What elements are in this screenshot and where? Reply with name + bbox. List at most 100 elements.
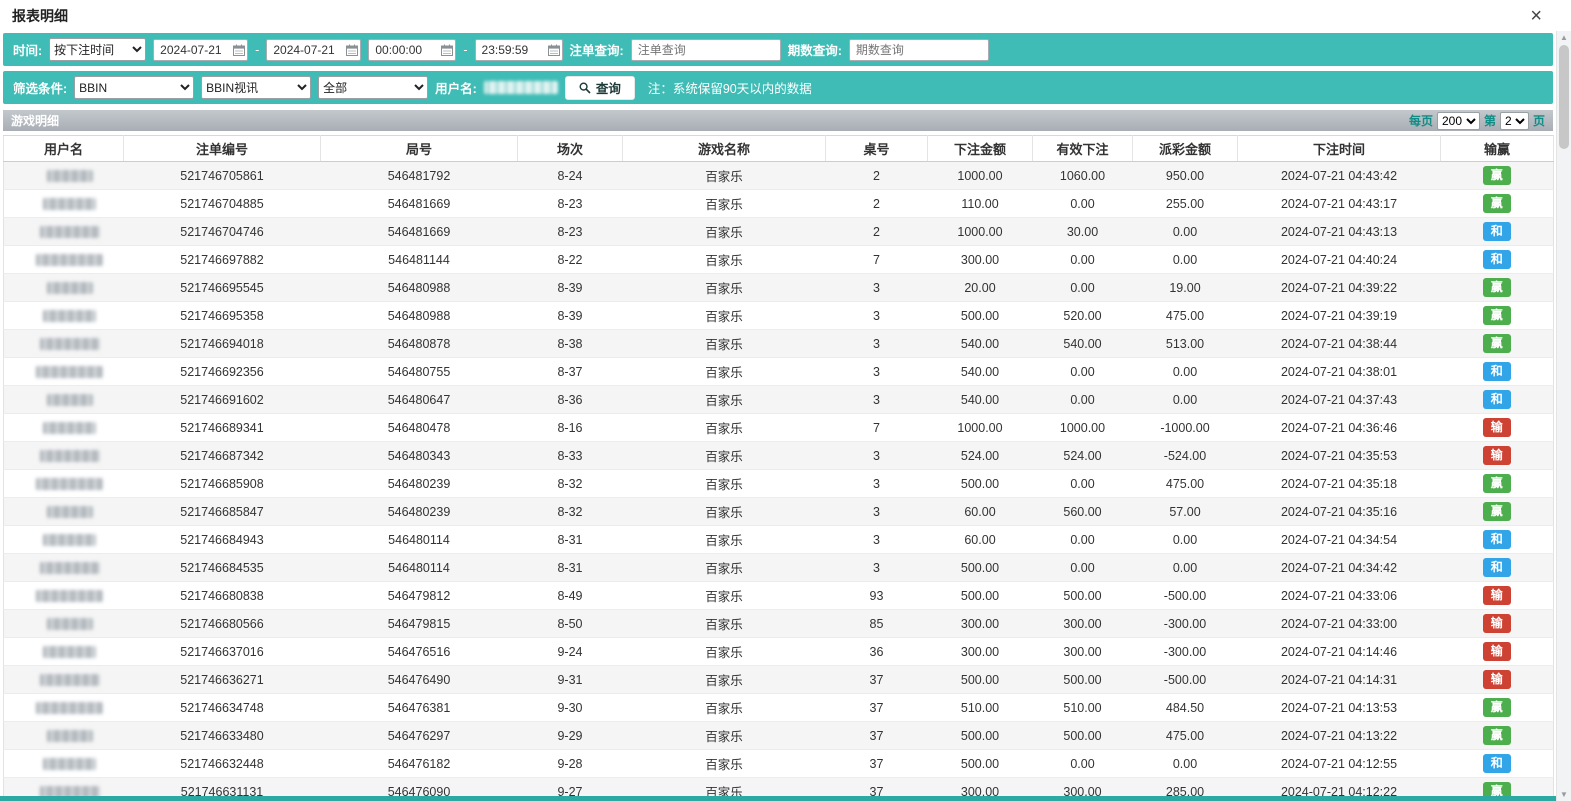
- page-select[interactable]: 2: [1500, 112, 1529, 130]
- cell-game-name: 百家乐: [623, 638, 826, 666]
- header-bet-time: 下注时间: [1238, 136, 1441, 162]
- cell-bet-id: 521746695358: [124, 302, 321, 330]
- search-icon: [579, 82, 591, 94]
- cell-valid-bet: 0.00: [1033, 554, 1133, 582]
- cell-valid-bet: 524.00: [1033, 442, 1133, 470]
- cell-username: [4, 694, 124, 722]
- cell-username: [4, 358, 124, 386]
- time-type-select[interactable]: 按下注时间: [49, 38, 146, 61]
- cell-bet-id: 521746697882: [124, 246, 321, 274]
- period-query-input[interactable]: [849, 39, 989, 61]
- cell-game-name: 百家乐: [623, 554, 826, 582]
- table-row: 5217466362715464764909-31百家乐37500.00500.…: [4, 666, 1554, 694]
- cell-payout: 19.00: [1133, 274, 1238, 302]
- pagination-controls: 每页 200 第 2 页: [1409, 112, 1545, 130]
- cell-bet-amount: 500.00: [928, 582, 1033, 610]
- scroll-down-icon[interactable]: ▼: [1557, 790, 1571, 799]
- cell-bet-amount: 500.00: [928, 666, 1033, 694]
- section-bar: 游戏明细 每页 200 第 2 页: [3, 110, 1553, 131]
- cell-valid-bet: 300.00: [1033, 610, 1133, 638]
- cell-round-id: 546480988: [321, 302, 518, 330]
- cell-round-id: 546476297: [321, 722, 518, 750]
- bet-query-input[interactable]: [631, 39, 781, 61]
- cell-game-name: 百家乐: [623, 358, 826, 386]
- scrollbar-thumb[interactable]: [1559, 45, 1569, 149]
- result-badge: 和: [1483, 390, 1511, 409]
- game-type-select[interactable]: 全部: [318, 76, 428, 99]
- horizontal-scrollbar[interactable]: [0, 796, 1556, 801]
- cell-bet-amount: 60.00: [928, 526, 1033, 554]
- cell-round-id: 546480647: [321, 386, 518, 414]
- cell-session: 8-32: [518, 498, 623, 526]
- cell-bet-id: 521746680838: [124, 582, 321, 610]
- cell-session: 8-38: [518, 330, 623, 358]
- table-row: 5217466873425464803438-33百家乐3524.00524.0…: [4, 442, 1554, 470]
- cell-bet-amount: 1000.00: [928, 162, 1033, 190]
- cell-bet-time: 2024-07-21 04:34:54: [1238, 526, 1441, 554]
- cell-table-no: 37: [826, 666, 928, 694]
- table-row: 5217466324485464761829-28百家乐37500.000.00…: [4, 750, 1554, 778]
- cell-username: [4, 526, 124, 554]
- platform-select[interactable]: BBIN视讯: [201, 76, 311, 99]
- redacted-username: [40, 450, 100, 462]
- vendor-select[interactable]: BBIN: [74, 76, 194, 99]
- result-badge: 赢: [1483, 474, 1511, 493]
- calendar-icon[interactable]: [346, 44, 358, 56]
- cell-bet-time: 2024-07-21 04:14:31: [1238, 666, 1441, 694]
- cell-bet-time: 2024-07-21 04:12:55: [1238, 750, 1441, 778]
- cell-bet-id: 521746704746: [124, 218, 321, 246]
- cell-table-no: 93: [826, 582, 928, 610]
- table-body: 5217467058615464817928-24百家乐21000.001060…: [4, 162, 1554, 801]
- cell-game-name: 百家乐: [623, 666, 826, 694]
- close-icon[interactable]: ×: [1528, 6, 1544, 26]
- time-label: 时间:: [13, 40, 42, 59]
- cell-game-name: 百家乐: [623, 162, 826, 190]
- cell-session: 8-36: [518, 386, 623, 414]
- search-button[interactable]: 查询: [565, 76, 635, 100]
- cell-session: 9-28: [518, 750, 623, 778]
- clock-icon[interactable]: [441, 44, 453, 56]
- calendar-icon[interactable]: [233, 44, 245, 56]
- clock-icon[interactable]: [548, 44, 560, 56]
- cell-bet-id: 521746687342: [124, 442, 321, 470]
- cell-payout: 950.00: [1133, 162, 1238, 190]
- per-page-select[interactable]: 200: [1437, 112, 1480, 130]
- cell-username: [4, 750, 124, 778]
- cell-table-no: 3: [826, 442, 928, 470]
- username-label: 用户名:: [435, 78, 477, 97]
- cell-bet-id: 521746705861: [124, 162, 321, 190]
- vertical-scrollbar[interactable]: ▲ ▼: [1556, 31, 1571, 801]
- cell-bet-amount: 1000.00: [928, 414, 1033, 442]
- cell-bet-amount: 1000.00: [928, 218, 1033, 246]
- table-row: 5217467047465464816698-23百家乐21000.0030.0…: [4, 218, 1554, 246]
- cell-table-no: 3: [826, 470, 928, 498]
- cell-result: 输: [1441, 666, 1554, 694]
- cell-game-name: 百家乐: [623, 498, 826, 526]
- redacted-username: [36, 478, 103, 490]
- cell-valid-bet: 1060.00: [1033, 162, 1133, 190]
- cell-table-no: 2: [826, 190, 928, 218]
- cell-bet-amount: 300.00: [928, 638, 1033, 666]
- period-query-label: 期数查询:: [788, 40, 842, 59]
- cell-bet-amount: 300.00: [928, 610, 1033, 638]
- redacted-username: [40, 226, 100, 238]
- cell-bet-id: 521746684535: [124, 554, 321, 582]
- scroll-up-icon[interactable]: ▲: [1557, 33, 1571, 42]
- cell-round-id: 546480878: [321, 330, 518, 358]
- cell-game-name: 百家乐: [623, 190, 826, 218]
- cell-payout: 0.00: [1133, 246, 1238, 274]
- cell-valid-bet: 500.00: [1033, 722, 1133, 750]
- table-row: 5217467058615464817928-24百家乐21000.001060…: [4, 162, 1554, 190]
- cell-result: 和: [1441, 358, 1554, 386]
- header-round-id: 局号: [321, 136, 518, 162]
- cell-session: 8-22: [518, 246, 623, 274]
- cell-result: 赢: [1441, 330, 1554, 358]
- cell-bet-amount: 500.00: [928, 750, 1033, 778]
- redacted-username: [36, 590, 103, 602]
- cell-game-name: 百家乐: [623, 386, 826, 414]
- filter-bar-time: 时间: 按下注时间 - -: [3, 33, 1553, 66]
- result-badge: 输: [1483, 642, 1511, 661]
- cell-result: 和: [1441, 526, 1554, 554]
- cell-bet-time: 2024-07-21 04:14:46: [1238, 638, 1441, 666]
- result-badge: 和: [1483, 222, 1511, 241]
